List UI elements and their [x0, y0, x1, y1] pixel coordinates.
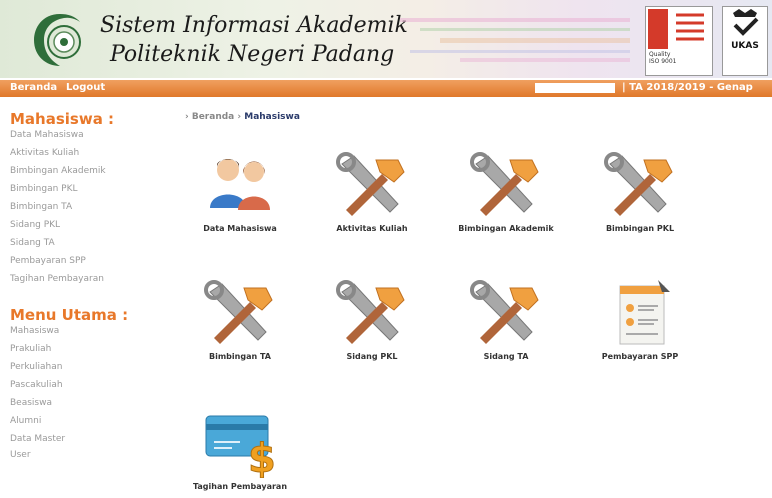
breadcrumb-home[interactable]: › Beranda › [185, 112, 241, 122]
document-icon [619, 280, 670, 345]
sidebar-item-perkuliahan[interactable]: Perkuliahan [10, 362, 62, 372]
tile-data-mahasiswa[interactable]: Data Mahasiswa [180, 150, 300, 250]
svg-text:$: $ [248, 436, 276, 478]
tile-bimbingan-akademik[interactable]: Bimbingan Akademik [446, 150, 566, 250]
tile-label: Aktivitas Kuliah [336, 224, 408, 233]
nav-home-link[interactable]: Beranda [10, 82, 57, 93]
tools-icon [470, 280, 539, 344]
tile-label: Sidang PKL [346, 352, 398, 361]
header-banner: Sistem Informasi Akademik Politeknik Neg… [0, 0, 772, 78]
tile-tagihan-pembayaran[interactable]: $ Tagihan Pembayaran [180, 408, 300, 498]
ukas-text: UKAS [731, 41, 759, 51]
sidebar-item-pascakuliah[interactable]: Pascakuliah [10, 380, 63, 390]
sidebar-item-aktivitas-kuliah[interactable]: Aktivitas Kuliah [10, 148, 79, 158]
app-title-line1: Sistem Informasi Akademik [100, 13, 408, 38]
tile-label: Bimbingan Akademik [458, 224, 554, 233]
sidebar-item-sidang-ta[interactable]: Sidang TA [10, 238, 55, 248]
app-title-line2: Politeknik Negeri Padang [110, 42, 395, 67]
tile-sidang-pkl[interactable]: Sidang PKL [312, 278, 432, 378]
sidebar-item-bimbingan-ta[interactable]: Bimbingan TA [10, 202, 72, 212]
tools-icon [470, 152, 539, 216]
tools-icon [336, 152, 405, 216]
sidebar-item-sidang-pkl[interactable]: Sidang PKL [10, 220, 60, 230]
polytechnic-logo [34, 14, 81, 66]
crown-check-icon [733, 9, 759, 36]
decorative-stripes [400, 18, 630, 62]
tile-label: Bimbingan PKL [605, 224, 675, 233]
tile-aktivitas-kuliah[interactable]: Aktivitas Kuliah [312, 150, 432, 250]
sidebar-heading-mahasiswa: Mahasiswa : [10, 110, 115, 128]
nav-logout-link[interactable]: Logout [66, 82, 105, 93]
tools-icon [336, 280, 405, 344]
tile-pembayaran-spp[interactable]: Pembayaran SPP [580, 278, 700, 378]
sidebar-item-prakuliah[interactable]: Prakuliah [10, 344, 51, 354]
tile-label: Data Mahasiswa [203, 224, 277, 233]
sidebar: Mahasiswa : Data Mahasiswa Aktivitas Kul… [0, 98, 165, 498]
cert-text-2: ISO 9001 [649, 58, 677, 65]
tile-sidang-ta[interactable]: Sidang TA [446, 278, 566, 378]
tile-bimbingan-pkl[interactable]: Bimbingan PKL [580, 150, 700, 250]
certification-icon [648, 9, 710, 49]
users-icon [210, 159, 270, 210]
tile-label: Tagihan Pembayaran [192, 482, 288, 491]
sidebar-item-mahasiswa[interactable]: Mahasiswa [10, 326, 59, 336]
sidebar-item-pembayaran-spp[interactable]: Pembayaran SPP [10, 256, 86, 266]
sidebar-heading-menu-utama: Menu Utama : [10, 306, 129, 324]
search-input[interactable] [535, 83, 615, 93]
sidebar-item-bimbingan-pkl[interactable]: Bimbingan PKL [10, 184, 78, 194]
tools-icon [604, 152, 673, 216]
breadcrumb: › Beranda › Mahasiswa [185, 112, 300, 122]
academic-year-label: | TA 2018/2019 - Genap [622, 82, 753, 93]
tile-label: Pembayaran SPP [601, 352, 679, 361]
tile-label: Sidang TA [483, 352, 529, 361]
payment-card-icon: $ [205, 415, 276, 478]
sidebar-item-tagihan-pembayaran[interactable]: Tagihan Pembayaran [10, 274, 104, 284]
tile-bimbingan-ta[interactable]: Bimbingan TA [180, 278, 300, 378]
top-nav-bar: Beranda Logout | TA 2018/2019 - Genap [0, 80, 772, 97]
cert-text-1: Quality [649, 51, 671, 58]
sidebar-item-data-mahasiswa[interactable]: Data Mahasiswa [10, 130, 84, 140]
sidebar-item-data-master[interactable]: Data Master [10, 434, 65, 444]
sidebar-item-alumni[interactable]: Alumni [10, 416, 41, 426]
iso-certification-badge: Quality ISO 9001 [645, 6, 713, 76]
breadcrumb-current: Mahasiswa [244, 112, 300, 122]
tools-icon [204, 280, 273, 344]
tile-label: Bimbingan TA [209, 352, 271, 361]
sidebar-item-beasiswa[interactable]: Beasiswa [10, 398, 52, 408]
sidebar-item-bimbingan-akademik[interactable]: Bimbingan Akademik [10, 166, 106, 176]
sidebar-item-user[interactable]: User [10, 450, 31, 460]
ukas-badge: UKAS [722, 6, 768, 76]
